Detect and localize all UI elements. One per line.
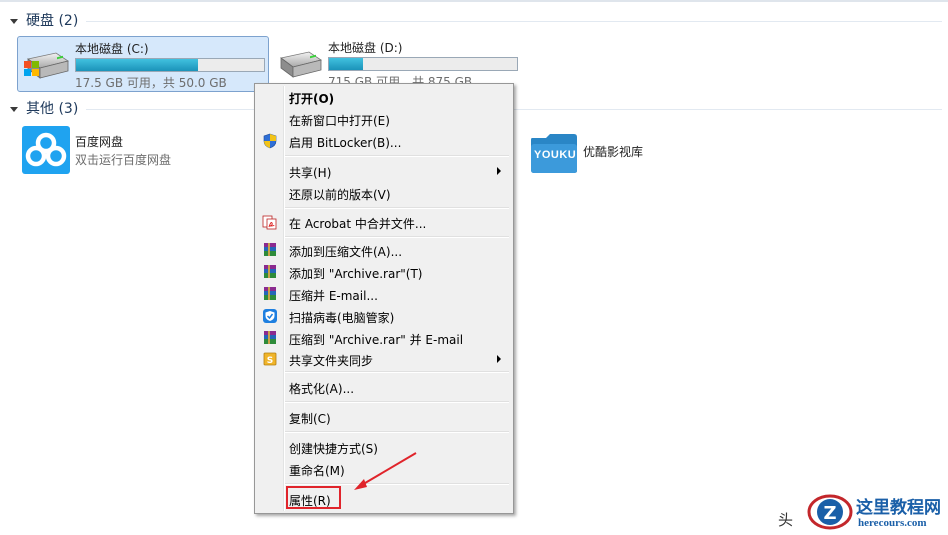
watermark: 头 Z 这里教程网 herecours.com [778,488,948,535]
youku-icon-text: YOUKU [534,149,577,161]
menu-item-acrobat-combine[interactable]: 在 Acrobat 中合并文件... [257,211,511,233]
drive-usage-bar [328,57,518,71]
youku-icon: YOUKU [530,132,578,174]
menu-item-label: 启用 BitLocker(B)... [289,136,402,150]
watermark-url: herecours.com [858,517,927,529]
menu-separator [285,371,509,373]
menu-item-open-new-window[interactable]: 在新窗口中打开(E) [257,108,511,130]
group-header-other[interactable]: 其他 (3) [10,99,78,117]
menu-separator [285,155,509,157]
menu-item-share[interactable]: 共享(H) [257,160,511,182]
uac-shield-icon [263,133,277,149]
menu-item-label: 共享(H) [289,166,332,180]
svg-text:Z: Z [823,503,836,524]
drive-c[interactable]: 本地磁盘 (C:) 17.5 GB 可用，共 50.0 GB [17,36,269,92]
group-title: 硬盘 (2) [26,13,79,29]
menu-item-add-archive-rar[interactable]: 添加到 "Archive.rar"(T) [257,261,511,283]
menu-separator [285,236,509,238]
menu-item-label: 复制(C) [289,412,331,426]
item-name: 优酷影视库 [583,145,644,159]
menu-item-label: 压缩到 "Archive.rar" 并 E-mail [289,333,464,347]
menu-item-label: 重命名(M) [289,464,345,478]
submenu-arrow-icon [497,167,501,175]
winrar-icon [264,265,276,278]
menu-item-format[interactable]: 格式化(A)... [257,376,511,398]
top-border [0,0,948,2]
menu-item-copy[interactable]: 复制(C) [257,406,511,428]
menu-item-compress-archive-email[interactable]: 压缩到 "Archive.rar" 并 E-mail [257,327,511,349]
baidu-netdisk-item[interactable]: 百度网盘 双击运行百度网盘 [22,126,252,178]
collapse-triangle-icon[interactable] [10,106,18,112]
drive-free-space: 17.5 GB 可用，共 50.0 GB [75,76,227,90]
svg-text:S: S [267,356,273,366]
group-divider [86,109,942,110]
pc-manager-icon [263,309,277,323]
menu-item-restore-versions[interactable]: 还原以前的版本(V) [257,182,511,204]
folder-sync-icon: S [263,352,277,366]
menu-item-compress-email[interactable]: 压缩并 E-mail... [257,283,511,305]
watermark-title: 这里教程网 [856,498,941,518]
menu-item-bitlocker[interactable]: 启用 BitLocker(B)... [257,130,511,152]
winrar-icon [264,243,276,256]
collapse-triangle-icon[interactable] [10,18,18,24]
submenu-arrow-icon [497,355,501,363]
hard-drive-icon [280,51,322,78]
menu-item-label: 还原以前的版本(V) [289,188,391,202]
youku-item[interactable]: YOUKU 优酷影视库 [530,132,720,184]
annotation-arrow-icon [354,452,417,490]
menu-item-label: 添加到 "Archive.rar"(T) [289,267,423,281]
menu-item-open[interactable]: 打开(O) [257,86,511,108]
item-name: 百度网盘 [75,135,124,149]
group-divider [86,21,942,22]
menu-item-label: 在新窗口中打开(E) [289,114,390,128]
group-header-hard-drives[interactable]: 硬盘 (2) [10,11,78,29]
winrar-icon [264,287,276,300]
menu-item-label: 压缩并 E-mail... [289,289,378,303]
menu-item-label: 打开(O) [289,92,335,106]
drive-usage-bar [75,58,265,72]
drive-d[interactable]: 本地磁盘 (D:) 715 GB 可用，共 875 GB [271,36,521,90]
menu-separator [285,207,509,209]
annotation-highlight-box [286,486,341,509]
drive-usage-fill [76,59,199,71]
watermark-prefix: 头 [778,511,794,529]
menu-item-label: 扫描病毒(电脑管家) [289,311,395,325]
baidu-netdisk-icon [22,126,70,174]
menu-item-add-archive[interactable]: 添加到压缩文件(A)... [257,239,511,261]
menu-item-label: 在 Acrobat 中合并文件... [289,217,427,231]
group-title: 其他 (3) [26,101,79,117]
menu-item-label: 共享文件夹同步 [289,354,374,368]
drive-usage-fill [329,58,363,70]
menu-item-label: 添加到压缩文件(A)... [289,245,403,259]
menu-item-label: 格式化(A)... [289,382,355,396]
menu-separator [285,401,509,403]
windows-hard-drive-icon [24,52,69,79]
item-subtitle: 双击运行百度网盘 [75,153,172,167]
watermark-logo-icon: Z [807,494,853,530]
winrar-icon [264,331,276,344]
menu-item-folder-sync[interactable]: S 共享文件夹同步 [257,348,511,370]
drive-name: 本地磁盘 (D:) [328,41,403,55]
menu-separator [285,431,509,433]
acrobat-icon [262,215,277,230]
menu-item-virus-scan[interactable]: 扫描病毒(电脑管家) [257,305,511,327]
drive-name: 本地磁盘 (C:) [75,42,149,56]
